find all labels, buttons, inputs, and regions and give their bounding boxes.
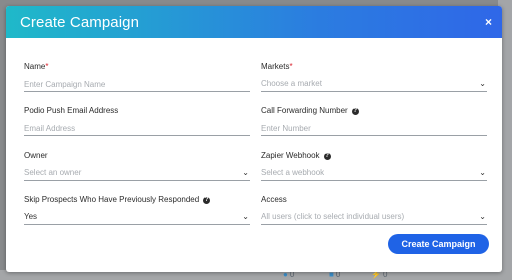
create-campaign-modal: Create Campaign × Name* Markets* Choose … bbox=[6, 6, 502, 272]
call-forwarding-number-input[interactable] bbox=[261, 122, 487, 134]
podio-label: Podio Push Email Address bbox=[24, 106, 119, 115]
skip-field-group: Skip Prospects Who Have Previously Respo… bbox=[24, 195, 250, 225]
modal-title: Create Campaign bbox=[20, 14, 140, 31]
podio-field-group: Podio Push Email Address bbox=[24, 106, 250, 136]
access-label: Access bbox=[261, 195, 287, 204]
help-circle-icon[interactable]: ? bbox=[351, 108, 359, 115]
required-mark: * bbox=[45, 62, 49, 71]
name-field-group: Name* bbox=[24, 62, 250, 92]
required-mark: * bbox=[289, 62, 293, 71]
podio-email-input[interactable] bbox=[24, 122, 250, 134]
call-forwarding-field-group: Call Forwarding Number? bbox=[261, 106, 487, 136]
campaign-name-input[interactable] bbox=[24, 78, 250, 90]
access-select-value: All users (click to select individual us… bbox=[261, 212, 405, 221]
owner-select[interactable]: Select an owner ⌄ bbox=[24, 167, 250, 181]
markets-field-group: Markets* Choose a market ⌄ bbox=[261, 62, 487, 92]
chevron-down-icon: ⌄ bbox=[242, 168, 249, 177]
skip-responded-select[interactable]: Yes ⌄ bbox=[24, 211, 250, 225]
markets-select-value: Choose a market bbox=[261, 79, 322, 88]
help-circle-icon[interactable]: ? bbox=[323, 153, 331, 160]
call-forwarding-input-wrapper bbox=[261, 122, 487, 136]
chevron-down-icon: ⌄ bbox=[479, 79, 486, 88]
create-campaign-button[interactable]: Create Campaign bbox=[388, 234, 489, 254]
name-input-wrapper bbox=[24, 78, 250, 92]
markets-label: Markets* bbox=[261, 62, 293, 71]
access-field-group: Access All users (click to select indivi… bbox=[261, 195, 487, 225]
owner-field-group: Owner Select an owner ⌄ bbox=[24, 151, 250, 181]
owner-select-value: Select an owner bbox=[24, 168, 82, 177]
skip-label: Skip Prospects Who Have Previously Respo… bbox=[24, 195, 211, 204]
chevron-down-icon: ⌄ bbox=[479, 168, 486, 177]
zapier-webhook-select[interactable]: Select a webhook ⌄ bbox=[261, 167, 487, 181]
chevron-down-icon: ⌄ bbox=[479, 212, 486, 221]
close-icon[interactable]: × bbox=[485, 15, 492, 29]
markets-select[interactable]: Choose a market ⌄ bbox=[261, 78, 487, 92]
access-select[interactable]: All users (click to select individual us… bbox=[261, 211, 487, 225]
call-forwarding-label: Call Forwarding Number? bbox=[261, 106, 359, 115]
modal-header: Create Campaign × bbox=[6, 6, 502, 38]
skip-select-value: Yes bbox=[24, 212, 38, 221]
zapier-select-value: Select a webhook bbox=[261, 168, 325, 177]
owner-label: Owner bbox=[24, 151, 48, 160]
podio-input-wrapper bbox=[24, 122, 250, 136]
help-circle-icon[interactable]: ? bbox=[203, 197, 211, 204]
zapier-field-group: Zapier Webhook? Select a webhook ⌄ bbox=[261, 151, 487, 181]
chevron-down-icon: ⌄ bbox=[242, 212, 249, 221]
zapier-label: Zapier Webhook? bbox=[261, 151, 331, 160]
name-label: Name* bbox=[24, 62, 49, 71]
